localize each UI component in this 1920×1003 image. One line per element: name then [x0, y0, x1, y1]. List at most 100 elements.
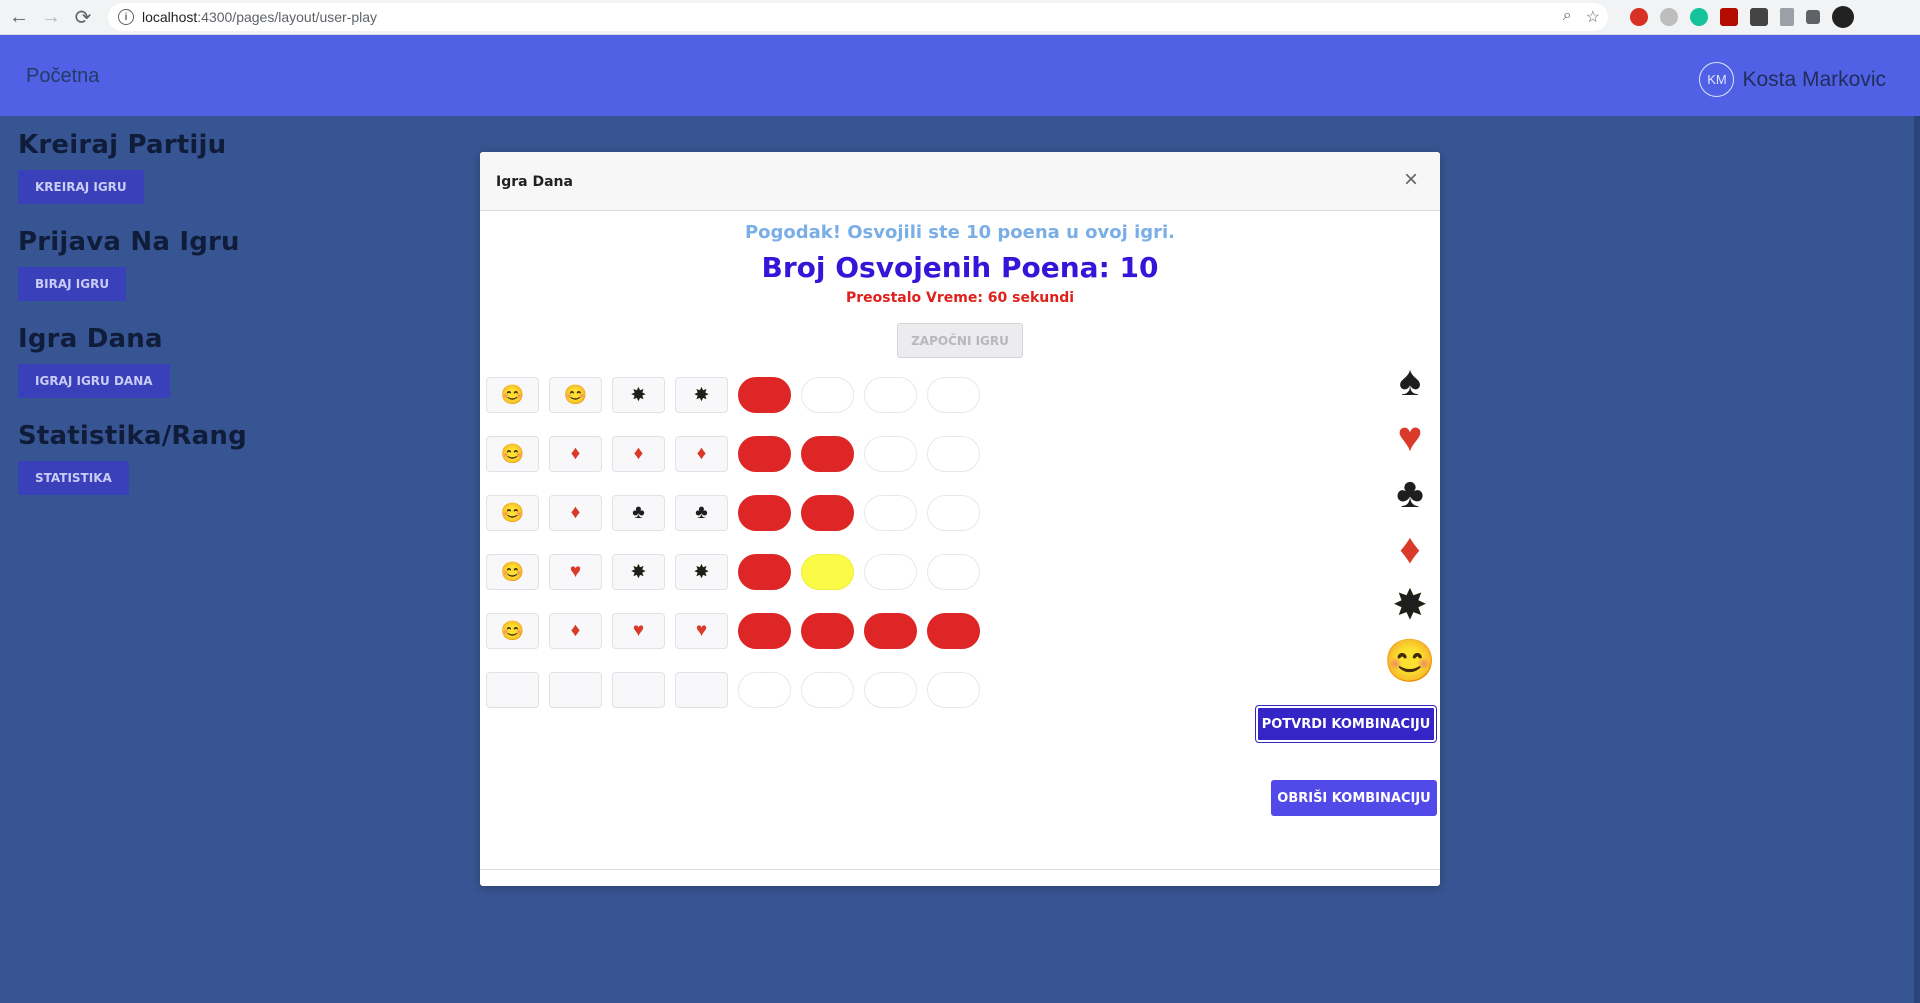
- extension-dark-icon[interactable]: [1750, 8, 1768, 26]
- result-peg-empty: [927, 672, 980, 708]
- palette-smiley-icon[interactable]: 😊: [1384, 637, 1436, 685]
- avatar[interactable]: KM: [1699, 62, 1735, 97]
- slot-heart-icon: ♥: [675, 613, 728, 649]
- slot-star-icon: ✸: [612, 554, 665, 590]
- profile-avatar-icon[interactable]: [1832, 6, 1854, 28]
- empty-slot[interactable]: [549, 672, 602, 708]
- slot-club-icon: ♣: [675, 495, 728, 531]
- slot-diamond-icon: ♦: [612, 436, 665, 472]
- slot-club-icon: ♣: [612, 495, 665, 531]
- result-peg-empty: [927, 436, 980, 472]
- game-modal: Igra Dana × Pogodak! Osvojili ste 10 poe…: [480, 152, 1440, 886]
- modal-footer-divider: [480, 869, 1440, 870]
- confirm-combination-button[interactable]: POTVRDI KOMBINACIJU: [1256, 706, 1436, 742]
- result-peg-red: [864, 613, 917, 649]
- section-game-of-day: Igra Dana IGRAJ IGRU DANA: [18, 324, 170, 398]
- slot-star-icon: ✸: [612, 377, 665, 413]
- result-peg-red: [927, 613, 980, 649]
- slot-smiley-icon: 😊: [486, 613, 539, 649]
- play-game-of-day-button[interactable]: IGRAJ IGRU DANA: [18, 364, 170, 398]
- app-header: Početna KM Kosta Markovic: [0, 35, 1920, 116]
- slot-smiley-icon: 😊: [486, 436, 539, 472]
- palette-spade-icon[interactable]: ♠: [1386, 357, 1434, 405]
- start-game-button[interactable]: ZAPOČNI IGRU: [897, 323, 1023, 358]
- result-peg-empty: [927, 554, 980, 590]
- modal-header: Igra Dana ×: [480, 152, 1440, 211]
- info-icon[interactable]: i: [118, 9, 134, 25]
- forward-icon[interactable]: →: [38, 4, 64, 30]
- slot-diamond-icon: ♦: [675, 436, 728, 472]
- palette-star-icon[interactable]: ✸: [1386, 581, 1434, 629]
- extension-adblock-icon[interactable]: [1630, 8, 1648, 26]
- result-peg-yellow: [801, 554, 854, 590]
- reload-icon[interactable]: ⟳: [70, 4, 96, 30]
- attempt-row: 😊 ♦ ♥ ♥: [486, 613, 990, 649]
- result-peg-red: [738, 613, 791, 649]
- clear-combination-button[interactable]: OBRIŠI KOMBINACIJU: [1271, 780, 1437, 816]
- result-peg-red: [801, 436, 854, 472]
- bookmark-star-icon[interactable]: ☆: [1586, 7, 1600, 27]
- section-create-match: Kreiraj Partiju KREIRAJ IGRU: [18, 130, 226, 204]
- extension-gray-icon[interactable]: [1660, 8, 1678, 26]
- modal-title: Igra Dana: [496, 174, 573, 190]
- result-peg-empty: [864, 377, 917, 413]
- result-peg-red: [801, 495, 854, 531]
- slot-smiley-icon: 😊: [486, 554, 539, 590]
- back-icon[interactable]: ←: [6, 4, 32, 30]
- home-link[interactable]: Početna: [26, 65, 99, 88]
- extension-pdf-icon[interactable]: [1720, 8, 1738, 26]
- create-game-button[interactable]: KREIRAJ IGRU: [18, 170, 144, 204]
- browser-toolbar: ← → ⟳ i localhost:4300/pages/layout/user…: [0, 0, 1920, 35]
- result-peg-red: [738, 495, 791, 531]
- extension-grammarly-icon[interactable]: [1690, 8, 1708, 26]
- attempt-row: 😊 ♥ ✸ ✸: [486, 554, 990, 590]
- palette-club-icon[interactable]: ♣: [1386, 469, 1434, 517]
- slot-heart-icon: ♥: [612, 613, 665, 649]
- palette-diamond-icon[interactable]: ♦: [1386, 525, 1434, 573]
- result-peg-empty: [801, 377, 854, 413]
- user-name[interactable]: Kosta Markovic: [1742, 68, 1886, 92]
- slot-diamond-icon: ♦: [549, 613, 602, 649]
- result-peg-empty: [864, 554, 917, 590]
- statistics-button[interactable]: STATISTIKA: [18, 461, 129, 495]
- scrollbar[interactable]: [1914, 116, 1920, 1003]
- timer-text: Preostalo Vreme: 60 sekundi: [845, 290, 1075, 306]
- slot-smiley-icon: 😊: [549, 377, 602, 413]
- user-menu[interactable]: KM Kosta Markovic: [1699, 62, 1886, 97]
- slot-star-icon: ✸: [675, 377, 728, 413]
- empty-slot[interactable]: [675, 672, 728, 708]
- section-title: Prijava Na Igru: [18, 227, 240, 257]
- extensions-puzzle-icon[interactable]: [1806, 10, 1820, 24]
- success-message: Pogodak! Osvojili ste 10 poena u ovoj ig…: [744, 222, 1176, 243]
- result-peg-red: [801, 613, 854, 649]
- result-peg-empty: [864, 436, 917, 472]
- slot-diamond-icon: ♦: [549, 436, 602, 472]
- slot-star-icon: ✸: [675, 554, 728, 590]
- section-join-game: Prijava Na Igru BIRAJ IGRU: [18, 227, 240, 301]
- close-icon[interactable]: ×: [1404, 166, 1418, 194]
- choose-game-button[interactable]: BIRAJ IGRU: [18, 267, 127, 301]
- result-peg-red: [738, 377, 791, 413]
- result-peg-empty: [864, 672, 917, 708]
- result-peg-red: [738, 436, 791, 472]
- section-title: Igra Dana: [18, 324, 163, 354]
- result-peg-empty: [864, 495, 917, 531]
- zoom-icon[interactable]: ⌕: [1563, 7, 1572, 27]
- section-title: Statistika/Rang: [18, 421, 247, 451]
- result-peg-red: [738, 554, 791, 590]
- attempt-row: 😊 ♦ ♣ ♣: [486, 495, 990, 531]
- slot-smiley-icon: 😊: [486, 495, 539, 531]
- attempt-row: 😊 😊 ✸ ✸: [486, 377, 990, 413]
- extension-vue-icon[interactable]: [1780, 8, 1794, 26]
- section-statistics: Statistika/Rang STATISTIKA: [18, 421, 247, 495]
- slot-diamond-icon: ♦: [549, 495, 602, 531]
- points-heading: Broj Osvojenih Poena: 10: [761, 251, 1159, 284]
- slot-heart-icon: ♥: [549, 554, 602, 590]
- attempts-grid: 😊 😊 ✸ ✸ 😊 ♦ ♦ ♦ 😊 ♦ ♣ ♣ 😊 ♥ ✸ ✸ 😊 ♦ ♥ ♥: [486, 377, 990, 731]
- symbol-palette: ♠ ♥ ♣ ♦ ✸ 😊: [1382, 357, 1438, 693]
- section-title: Kreiraj Partiju: [18, 130, 227, 160]
- empty-slot[interactable]: [612, 672, 665, 708]
- palette-heart-icon[interactable]: ♥: [1386, 413, 1434, 461]
- empty-slot[interactable]: [486, 672, 539, 708]
- address-bar[interactable]: i localhost:4300/pages/layout/user-play …: [108, 3, 1608, 31]
